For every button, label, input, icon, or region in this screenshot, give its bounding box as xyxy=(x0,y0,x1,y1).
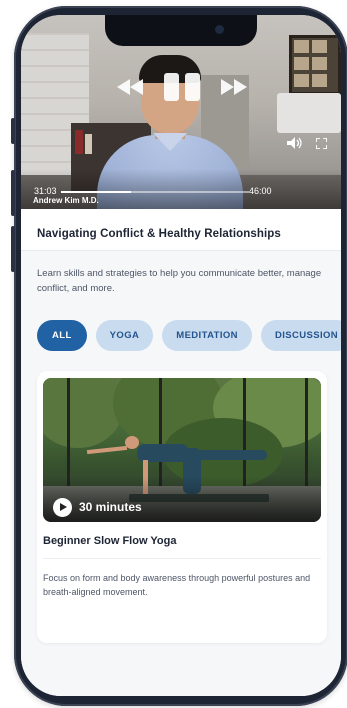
video-progress-fill xyxy=(61,191,131,193)
presenter-name: Andrew Kim M.D. xyxy=(33,196,99,205)
thumbnail-scene xyxy=(67,378,70,490)
filter-chip-discussion[interactable]: DISCUSSION xyxy=(260,320,341,351)
session-thumbnail[interactable]: 30 minutes xyxy=(43,378,321,522)
play-icon[interactable] xyxy=(53,498,72,517)
app-screen: 31:03 46:00 Andrew Kim M.D. Navigating C… xyxy=(21,15,341,696)
thumbnail-scene xyxy=(86,445,128,455)
thumbnail-overlay xyxy=(43,476,321,522)
video-scene xyxy=(277,93,341,133)
filter-chip-meditation[interactable]: MEDITATION xyxy=(162,320,252,351)
video-progress-bar[interactable] xyxy=(61,191,249,193)
thumbnail-scene xyxy=(125,436,139,449)
filter-chips: ALL YOGA MEDITATION DISCUSSION xyxy=(37,320,341,351)
title-bar: Navigating Conflict & Healthy Relationsh… xyxy=(21,209,341,251)
session-title[interactable]: Beginner Slow Flow Yoga xyxy=(43,535,176,547)
current-time: 31:03 xyxy=(34,186,57,196)
rewind-icon[interactable] xyxy=(117,79,143,100)
fast-forward-icon[interactable] xyxy=(221,79,247,100)
video-scene xyxy=(289,35,341,95)
thumbnail-scene xyxy=(243,378,246,490)
phone-side-button xyxy=(11,226,15,272)
thumbnail-scene xyxy=(43,378,123,448)
volume-icon[interactable] xyxy=(287,136,303,154)
phone-notch xyxy=(105,15,257,46)
thumbnail-scene xyxy=(193,450,267,460)
video-scene xyxy=(75,130,83,154)
program-description: Learn skills and strategies to help you … xyxy=(37,268,322,294)
session-duration: 30 minutes xyxy=(79,500,142,514)
session-description: Focus on form and body awareness through… xyxy=(43,573,311,597)
video-scene xyxy=(85,134,92,154)
thumbnail-scene xyxy=(159,378,162,490)
phone-side-button xyxy=(11,170,15,216)
filter-chip-yoga[interactable]: YOGA xyxy=(95,320,154,351)
video-duration: 46:00 xyxy=(249,186,272,196)
pause-icon[interactable] xyxy=(163,73,201,101)
page-title: Navigating Conflict & Healthy Relationsh… xyxy=(37,228,281,240)
thumbnail-scene xyxy=(305,378,308,490)
session-card[interactable]: 30 minutes Beginner Slow Flow Yoga Focus… xyxy=(37,371,327,643)
program-content: Navigating Conflict & Healthy Relationsh… xyxy=(21,209,341,696)
filter-chip-all[interactable]: ALL xyxy=(37,320,87,351)
fullscreen-icon[interactable] xyxy=(315,136,328,154)
front-camera xyxy=(215,25,224,34)
card-divider xyxy=(43,558,321,559)
phone-side-button xyxy=(11,118,15,144)
